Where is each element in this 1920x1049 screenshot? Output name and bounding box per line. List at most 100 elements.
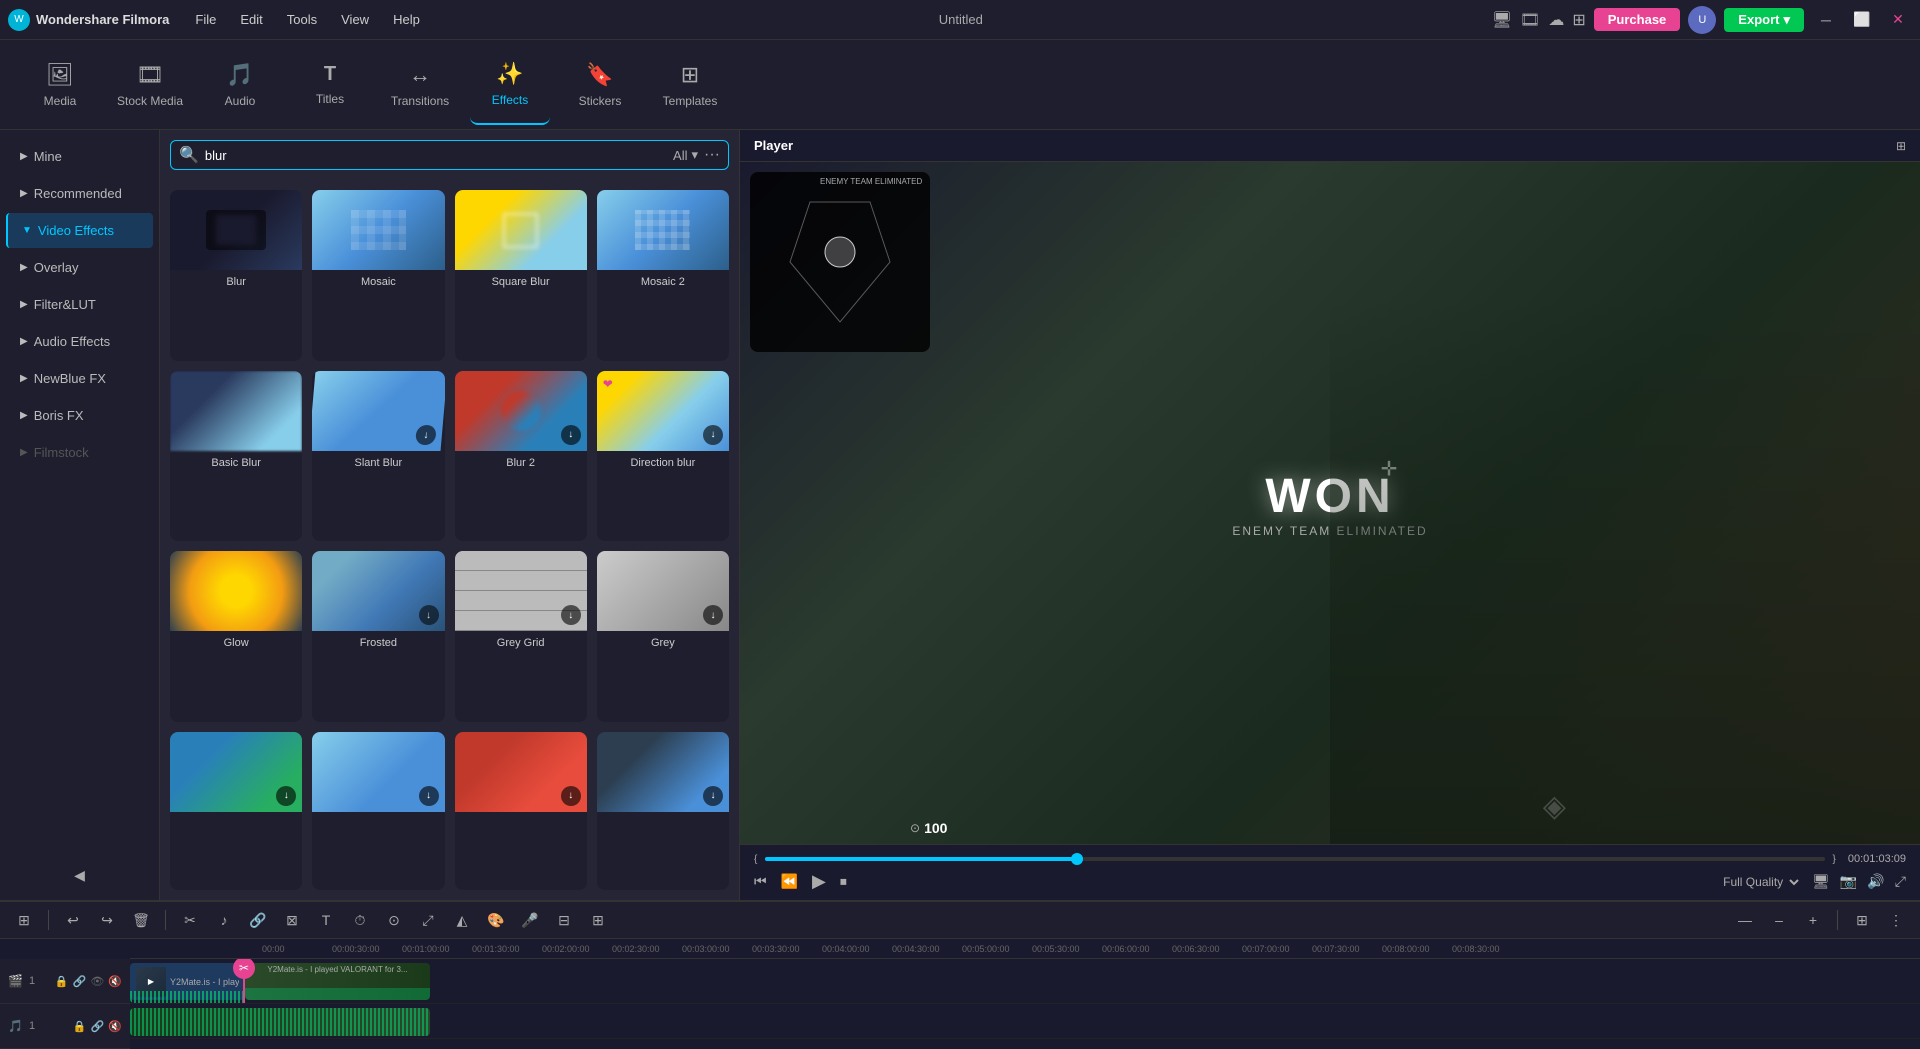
- tl-audio2-btn[interactable]: 🎤: [516, 906, 544, 934]
- sidebar-item-video-effects[interactable]: ▼ Video Effects: [6, 213, 153, 248]
- effect-blur2[interactable]: ↓ Blur 2: [455, 371, 587, 542]
- effect-square-blur[interactable]: Square Blur: [455, 190, 587, 361]
- screen-icon[interactable]: 🖥: [1812, 873, 1830, 890]
- tl-undo-btn[interactable]: ↩: [59, 906, 87, 934]
- effect-grey-grid[interactable]: ↓ Grey Grid: [455, 551, 587, 722]
- tl-mask-btn[interactable]: ◭: [448, 906, 476, 934]
- tool-audio[interactable]: 🎵 Audio: [200, 45, 280, 125]
- volume-icon[interactable]: 🔊: [1867, 873, 1884, 890]
- timeline-body: 🎬 1 🔒 🔗 👁 🔇 🎵 1 🔒 🔗 🔇: [0, 939, 1920, 1049]
- effect-more-3[interactable]: ↓: [455, 732, 587, 891]
- step-back-button[interactable]: ⏪: [781, 873, 798, 890]
- tool-stickers[interactable]: 🔖 Stickers: [560, 45, 640, 125]
- effect-slant-blur[interactable]: ↓ Slant Blur: [312, 371, 444, 542]
- tl-audio-btn[interactable]: ♪: [210, 906, 238, 934]
- effect-more-2[interactable]: ↓: [312, 732, 444, 891]
- sidebar-item-overlay[interactable]: ▶ Overlay: [6, 250, 153, 285]
- sidebar-collapse-btn[interactable]: ◀: [0, 859, 159, 892]
- ruler-mark: 00:02:00:00: [540, 944, 610, 954]
- mute-icon[interactable]: 🔇: [108, 975, 122, 988]
- purchase-button[interactable]: Purchase: [1594, 8, 1681, 31]
- screenshot-icon[interactable]: 📷: [1840, 873, 1857, 890]
- playhead[interactable]: ✂: [243, 959, 245, 1003]
- search-filter[interactable]: All ▾: [673, 147, 698, 163]
- player-expand-icon[interactable]: ⊞: [1896, 139, 1906, 153]
- effect-more1-label: [170, 812, 302, 824]
- menu-edit[interactable]: Edit: [230, 8, 272, 31]
- close-button[interactable]: ✕: [1884, 6, 1912, 34]
- lock-icon[interactable]: 🔒: [55, 975, 69, 988]
- search-input[interactable]: [205, 148, 667, 163]
- tool-media[interactable]: 🖼 Media: [20, 45, 100, 125]
- tl-dash-btn[interactable]: –: [1765, 906, 1793, 934]
- tl-grid-icon[interactable]: ⊞: [10, 906, 38, 934]
- audio-clip[interactable]: [130, 1008, 430, 1036]
- effect-more-1[interactable]: ↓: [170, 732, 302, 891]
- lock-icon[interactable]: 🔒: [73, 1020, 87, 1033]
- transitions-icon: ↔: [409, 62, 431, 88]
- effect-mosaic2[interactable]: Mosaic 2: [597, 190, 729, 361]
- tl-caption-btn[interactable]: ⊟: [550, 906, 578, 934]
- tl-transform-btn[interactable]: ⤢: [414, 906, 442, 934]
- link-icon[interactable]: 🔗: [73, 975, 87, 988]
- effect-basic-blur[interactable]: Basic Blur: [170, 371, 302, 542]
- effect-grey[interactable]: ↓ Grey: [597, 551, 729, 722]
- eye-icon[interactable]: 👁: [90, 975, 104, 988]
- menu-tools[interactable]: Tools: [277, 8, 327, 31]
- tl-minus-zoom[interactable]: —: [1731, 906, 1759, 934]
- tool-titles[interactable]: T Titles: [290, 45, 370, 125]
- effect-glow[interactable]: Glow: [170, 551, 302, 722]
- tl-crop-btn[interactable]: ⊠: [278, 906, 306, 934]
- stop-button[interactable]: ⏹: [840, 873, 847, 890]
- tool-transitions[interactable]: ↔ Transitions: [380, 45, 460, 125]
- effect-direction-blur[interactable]: ❤ ↓ Direction blur: [597, 371, 729, 542]
- ruler-mark: 00:02:30:00: [610, 944, 680, 954]
- export-button[interactable]: Export ▾: [1724, 8, 1804, 32]
- sidebar-item-recommended[interactable]: ▶ Recommended: [6, 176, 153, 211]
- menu-view[interactable]: View: [331, 8, 379, 31]
- menu-file[interactable]: File: [185, 8, 226, 31]
- tl-text-btn[interactable]: T: [312, 906, 340, 934]
- effect-more-4[interactable]: ↓: [597, 732, 729, 891]
- maximize-button[interactable]: ⬜: [1848, 6, 1876, 34]
- track-header-video-1: 🎬 1 🔒 🔗 👁 🔇: [0, 959, 130, 1004]
- menu-help[interactable]: Help: [383, 8, 430, 31]
- effect-frosted[interactable]: ↓ Frosted: [312, 551, 444, 722]
- tl-delete-btn[interactable]: 🗑: [127, 906, 155, 934]
- main-area: ▶ Mine ▶ Recommended ▼ Video Effects ▶ O…: [0, 130, 1920, 900]
- more-options-icon[interactable]: ···: [704, 146, 720, 164]
- prev-button[interactable]: ⏮: [754, 873, 767, 890]
- tool-stock-media[interactable]: 🎞 Stock Media: [110, 45, 190, 125]
- tl-color-btn[interactable]: 🎨: [482, 906, 510, 934]
- user-avatar[interactable]: U: [1688, 6, 1716, 34]
- effect-mosaic[interactable]: Mosaic: [312, 190, 444, 361]
- video-clip-b[interactable]: Y2Mate.is - I played VALORANT for 3...: [245, 963, 430, 1000]
- tl-link-btn[interactable]: 🔗: [244, 906, 272, 934]
- tl-layout-btn[interactable]: ⊞: [1848, 906, 1876, 934]
- quality-select[interactable]: Full Quality Half Quality: [1719, 874, 1802, 890]
- minimize-button[interactable]: ─: [1812, 6, 1840, 34]
- tl-pip-btn[interactable]: ⊞: [584, 906, 612, 934]
- tl-more-btn[interactable]: ⋮: [1882, 906, 1910, 934]
- fullscreen-icon[interactable]: ⤢: [1895, 873, 1906, 890]
- tool-effects[interactable]: ✨ Effects: [470, 45, 550, 125]
- sidebar-item-newblue-fx[interactable]: ▶ NewBlue FX: [6, 361, 153, 396]
- chevron-icon: ▶: [20, 262, 28, 273]
- tl-cut-btn[interactable]: ✂: [176, 906, 204, 934]
- sidebar-item-filter-lut[interactable]: ▶ Filter&LUT: [6, 287, 153, 322]
- sidebar-item-boris-fx[interactable]: ▶ Boris FX: [6, 398, 153, 433]
- sidebar-item-audio-effects[interactable]: ▶ Audio Effects: [6, 324, 153, 359]
- tool-templates[interactable]: ⊞ Templates: [650, 45, 730, 125]
- sidebar-item-mine[interactable]: ▶ Mine: [6, 139, 153, 174]
- tl-timer-btn[interactable]: ⊙: [380, 906, 408, 934]
- progress-bar[interactable]: [765, 857, 1824, 861]
- tl-speed-btn[interactable]: ⏱: [346, 906, 374, 934]
- tl-plus-zoom[interactable]: +: [1799, 906, 1827, 934]
- mute-icon[interactable]: 🔇: [108, 1020, 122, 1033]
- progress-knob[interactable]: [1071, 853, 1083, 865]
- play-button[interactable]: ▶: [812, 871, 826, 892]
- link-icon[interactable]: 🔗: [91, 1020, 105, 1033]
- effect-blur[interactable]: Blur: [170, 190, 302, 361]
- tl-redo-btn[interactable]: ↪: [93, 906, 121, 934]
- sidebar-item-filmstock[interactable]: ▶ Filmstock: [6, 435, 153, 470]
